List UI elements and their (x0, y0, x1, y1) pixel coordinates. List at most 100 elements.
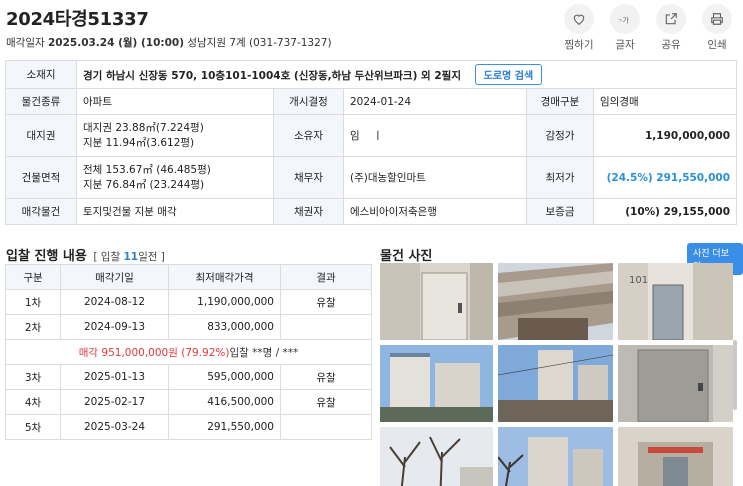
auction-type-value: 임의경매 (592, 88, 738, 115)
photo-thumbnail[interactable] (618, 345, 733, 422)
price: 291,550,000 (168, 414, 281, 440)
days-left-post: 일전 ] (138, 251, 165, 263)
location-value: 경기 하남시 신장동 570, 10층101-1004호 (신장동,하남 두산위… (83, 70, 461, 82)
sale-result-row: 매각 951,000,000원 (79.92%)입찰 **명 / *** (5, 339, 372, 365)
sale-date-label: 매각일자 (6, 37, 45, 49)
round: 4차 (5, 389, 61, 415)
table-row: 1차 2024-08-12 1,190,000,000 유찰 (5, 289, 372, 315)
location-cell: 경기 하남시 신장동 570, 10층101-1004호 (신장동,하남 두산위… (75, 60, 738, 89)
sale-info: 매각일자 2025.03.24 (월) (10:00) 성남지원 7계 (031… (6, 35, 332, 50)
minimum-price-label: 최저가 (526, 156, 594, 199)
deposit-value: (10%) 29,155,000 (592, 198, 738, 225)
font-size-button[interactable]: ㄱ가 글자 (605, 4, 645, 52)
round: 5차 (5, 414, 61, 440)
owner-label: 소유자 (273, 114, 344, 157)
table-row: 4차 2025-02-17 416,500,000 유찰 (5, 389, 372, 415)
svg-text:ㄱ: ㄱ (618, 19, 623, 25)
bid-history-table: 구분 매각기일 최저매각가격 결과 1차 2024-08-12 1,190,00… (5, 264, 372, 440)
date: 2025-02-17 (60, 389, 169, 415)
table-row: 3차 2025-01-13 595,000,000 유찰 (5, 364, 372, 390)
land-value: 대지권 23.88㎡(7.224평) 지분 11.94㎡(3.612평) (76, 114, 274, 157)
font-size-icon: ㄱ가 (618, 16, 630, 25)
days-left: [ 입찰 11일전 ] (93, 251, 165, 263)
court-info: 성남지원 7계 (031-737-1327) (187, 37, 332, 49)
land-area: 대지권 23.88㎡(7.224평) (83, 121, 204, 134)
days-left-pre: [ 입찰 (93, 251, 121, 263)
share-icon (665, 13, 677, 25)
col-result: 결과 (280, 264, 372, 290)
building-value: 전체 153.67㎡ (46.485평) 지분 76.84㎡ (23.244평) (76, 156, 274, 199)
photo-apartment-tower (380, 345, 493, 422)
sale-amount: 매각 951,000,000원 (79.92%) (78, 346, 230, 359)
price: 833,000,000 (168, 314, 281, 340)
photos-section-title: 물건 사진 (380, 249, 433, 264)
date: 2025-03-24 (60, 414, 169, 440)
col-round: 구분 (5, 264, 61, 290)
share-label: 공유 (661, 39, 681, 51)
result: 유찰 (280, 289, 372, 315)
photo-grid: 101 (380, 263, 736, 486)
share-button[interactable]: 공유 (651, 4, 691, 52)
photo-thumbnail[interactable]: 101 (618, 263, 733, 340)
bids-title: 입찰 진행 내용 (6, 249, 87, 264)
print-button[interactable]: 인쇄 (697, 4, 737, 52)
photo-thumbnail[interactable] (618, 427, 733, 486)
date: 2024-09-13 (60, 314, 169, 340)
font-size-label: 글자 (615, 39, 635, 51)
land-label: 대지권 (5, 114, 77, 157)
photo-thumbnail[interactable] (380, 345, 493, 422)
table-row: 5차 2025-03-24 291,550,000 (5, 414, 372, 440)
print-label: 인쇄 (707, 39, 727, 51)
building-share: 지분 76.84㎡ (23.244평) (83, 178, 205, 191)
sale-bidders: 입찰 **명 / *** (229, 346, 299, 359)
photo-thumbnail[interactable] (498, 345, 613, 422)
photo-towers-trees (498, 427, 613, 486)
favorite-button[interactable]: 찜하기 (559, 4, 599, 52)
photo-building-facade (498, 263, 613, 340)
photo-thumbnail[interactable] (498, 427, 613, 486)
result (280, 314, 372, 340)
svg-text:가: 가 (623, 16, 630, 25)
road-name-search-button[interactable]: 도로명 검색 (474, 64, 543, 85)
creditor-value: 에스비아이저축은행 (343, 198, 527, 225)
land-share: 지분 11.94㎡(3.612평) (83, 136, 195, 149)
round: 2차 (5, 314, 61, 340)
case-header: 2024타경51337 매각일자 2025.03.24 (월) (10:00) … (6, 5, 332, 50)
bids-section-title: 입찰 진행 내용 [ 입찰 11일전 ] (6, 245, 165, 264)
table-row: 2차 2024-09-13 833,000,000 (5, 314, 372, 340)
photo-scrollbar[interactable] (733, 340, 737, 410)
photo-lobby-door (380, 263, 493, 340)
photo-towers-sky (498, 345, 613, 422)
result: 유찰 (280, 364, 372, 390)
item-value: 토지및건물 지분 매각 (76, 198, 274, 225)
sale-date: 2025.03.24 (월) (10:00) (47, 37, 184, 49)
minimum-price-value: (24.5%) 291,550,000 (592, 156, 738, 199)
photo-thumbnail[interactable] (498, 263, 613, 340)
case-number: 2024타경51337 (6, 9, 149, 30)
round: 1차 (5, 289, 61, 315)
svg-text:101: 101 (629, 275, 648, 286)
print-icon (711, 13, 723, 25)
price: 595,000,000 (168, 364, 281, 390)
photo-entrance-101: 101 (618, 263, 733, 340)
photo-unit-door (618, 345, 733, 422)
date: 2024-08-12 (60, 289, 169, 315)
photo-thumbnail[interactable] (380, 263, 493, 340)
debtor-label: 채무자 (273, 156, 344, 199)
heart-icon (573, 14, 585, 25)
location-label: 소재지 (5, 60, 77, 89)
sale-result: 매각 951,000,000원 (79.92%)입찰 **명 / *** (5, 339, 372, 365)
creditor-label: 채권자 (273, 198, 344, 225)
result: 유찰 (280, 389, 372, 415)
debtor-value: (주)대농할인마트 (343, 156, 527, 199)
favorite-label: 찜하기 (564, 39, 594, 51)
item-label: 매각물건 (5, 198, 77, 225)
photo-thumbnail[interactable] (380, 427, 493, 486)
building-label: 건물면적 (5, 156, 77, 199)
round: 3차 (5, 364, 61, 390)
appraisal-value: 1,190,000,000 (592, 114, 738, 157)
action-bar: 찜하기 ㄱ가 글자 공유 인쇄 (559, 4, 737, 52)
start-label: 개시결정 (273, 88, 344, 115)
type-label: 물건종류 (5, 88, 77, 115)
photo-corridor (618, 427, 733, 486)
